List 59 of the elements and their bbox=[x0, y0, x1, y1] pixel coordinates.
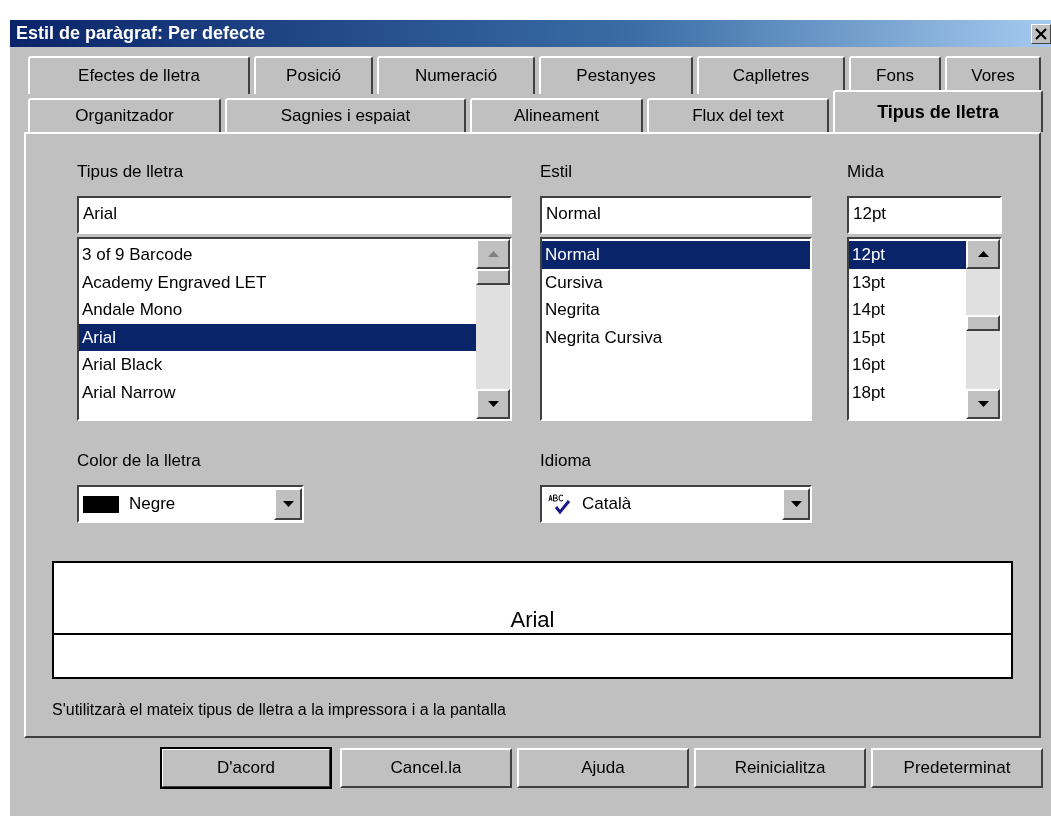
list-item[interactable]: Academy Engraved LET bbox=[79, 268, 476, 296]
tab[interactable]: Posició bbox=[254, 56, 373, 94]
tab[interactable]: Alineament bbox=[470, 98, 643, 132]
input-field[interactable]: Normal bbox=[540, 196, 812, 234]
info-text: S'utilitzarà el mateix tipus de lletra a la impressora i a la pantalla bbox=[52, 701, 507, 719]
list-item[interactable]: 13pt bbox=[849, 268, 966, 296]
language-dropdown[interactable]: Català bbox=[540, 485, 812, 523]
field-label: Tipus de lletra bbox=[77, 162, 185, 183]
list-item[interactable]: Arial Black bbox=[79, 351, 476, 379]
tab[interactable]: Tipus de lletra bbox=[833, 90, 1043, 132]
dialog-button[interactable]: D'acord bbox=[161, 748, 331, 788]
field-label: Idioma bbox=[540, 451, 593, 472]
tab[interactable]: Efectes de lletra bbox=[28, 56, 250, 94]
scrollbar[interactable] bbox=[966, 239, 1000, 419]
tab[interactable]: Pestanyes bbox=[539, 56, 693, 94]
dropdown-value: Negre bbox=[129, 494, 177, 514]
dropdown-arrow-icon bbox=[282, 501, 294, 507]
tab[interactable]: Caplletres bbox=[697, 56, 845, 94]
field-label: Color de la lletra bbox=[77, 451, 202, 472]
input-field[interactable]: Arial bbox=[77, 196, 512, 234]
list-item[interactable]: 3 of 9 Barcode bbox=[79, 241, 476, 269]
color-dropdown[interactable]: Negre bbox=[77, 485, 304, 523]
tab[interactable]: Sagnies i espaiat bbox=[225, 98, 466, 132]
list-item[interactable]: 12pt bbox=[849, 241, 966, 269]
dialog-button[interactable]: Predeterminat bbox=[871, 748, 1043, 788]
list-item[interactable]: Andale Mono bbox=[79, 296, 476, 324]
list-item[interactable]: Negrita Cursiva bbox=[542, 323, 810, 351]
field-label: Estil bbox=[540, 162, 574, 183]
window-title: Estil de paràgraf: Per defecte bbox=[16, 23, 266, 44]
list-item[interactable]: Arial bbox=[79, 323, 476, 351]
field-label: Mida bbox=[847, 162, 885, 183]
dropdown-value: Català bbox=[582, 494, 633, 514]
dialog-button[interactable]: Cancel.la bbox=[340, 748, 512, 788]
scroll-thumb[interactable] bbox=[966, 315, 1000, 331]
scroll-thumb[interactable] bbox=[476, 269, 510, 285]
input-field[interactable]: 12pt bbox=[847, 196, 1002, 234]
list-item[interactable]: Normal bbox=[542, 241, 810, 269]
dialog-button[interactable]: Reinicialitza bbox=[694, 748, 866, 788]
down-arrow-icon bbox=[487, 401, 499, 407]
list-item[interactable]: 15pt bbox=[849, 323, 966, 351]
list-item[interactable]: Arial Narrow bbox=[79, 378, 476, 406]
tab[interactable]: Flux del text bbox=[647, 98, 829, 132]
list-item[interactable]: Cursiva bbox=[542, 268, 810, 296]
spellcheck-icon bbox=[548, 494, 572, 514]
list-item[interactable]: 14pt bbox=[849, 296, 966, 324]
up-arrow-icon bbox=[487, 251, 499, 257]
list-item[interactable]: 18pt bbox=[849, 378, 966, 406]
swatch-icon bbox=[83, 495, 119, 513]
dropdown-arrow-icon bbox=[790, 501, 802, 507]
close-icon bbox=[1035, 27, 1047, 40]
scrollbar[interactable] bbox=[476, 239, 510, 419]
up-arrow-icon bbox=[977, 251, 989, 257]
down-arrow-icon bbox=[977, 401, 989, 407]
list-item[interactable]: 16pt bbox=[849, 351, 966, 379]
close-button[interactable] bbox=[1031, 23, 1051, 44]
list-item[interactable]: Negrita bbox=[542, 296, 810, 324]
tab[interactable]: Organitzador bbox=[28, 98, 221, 132]
dialog-button[interactable]: Ajuda bbox=[517, 748, 689, 788]
tab[interactable]: Numeració bbox=[377, 56, 535, 94]
